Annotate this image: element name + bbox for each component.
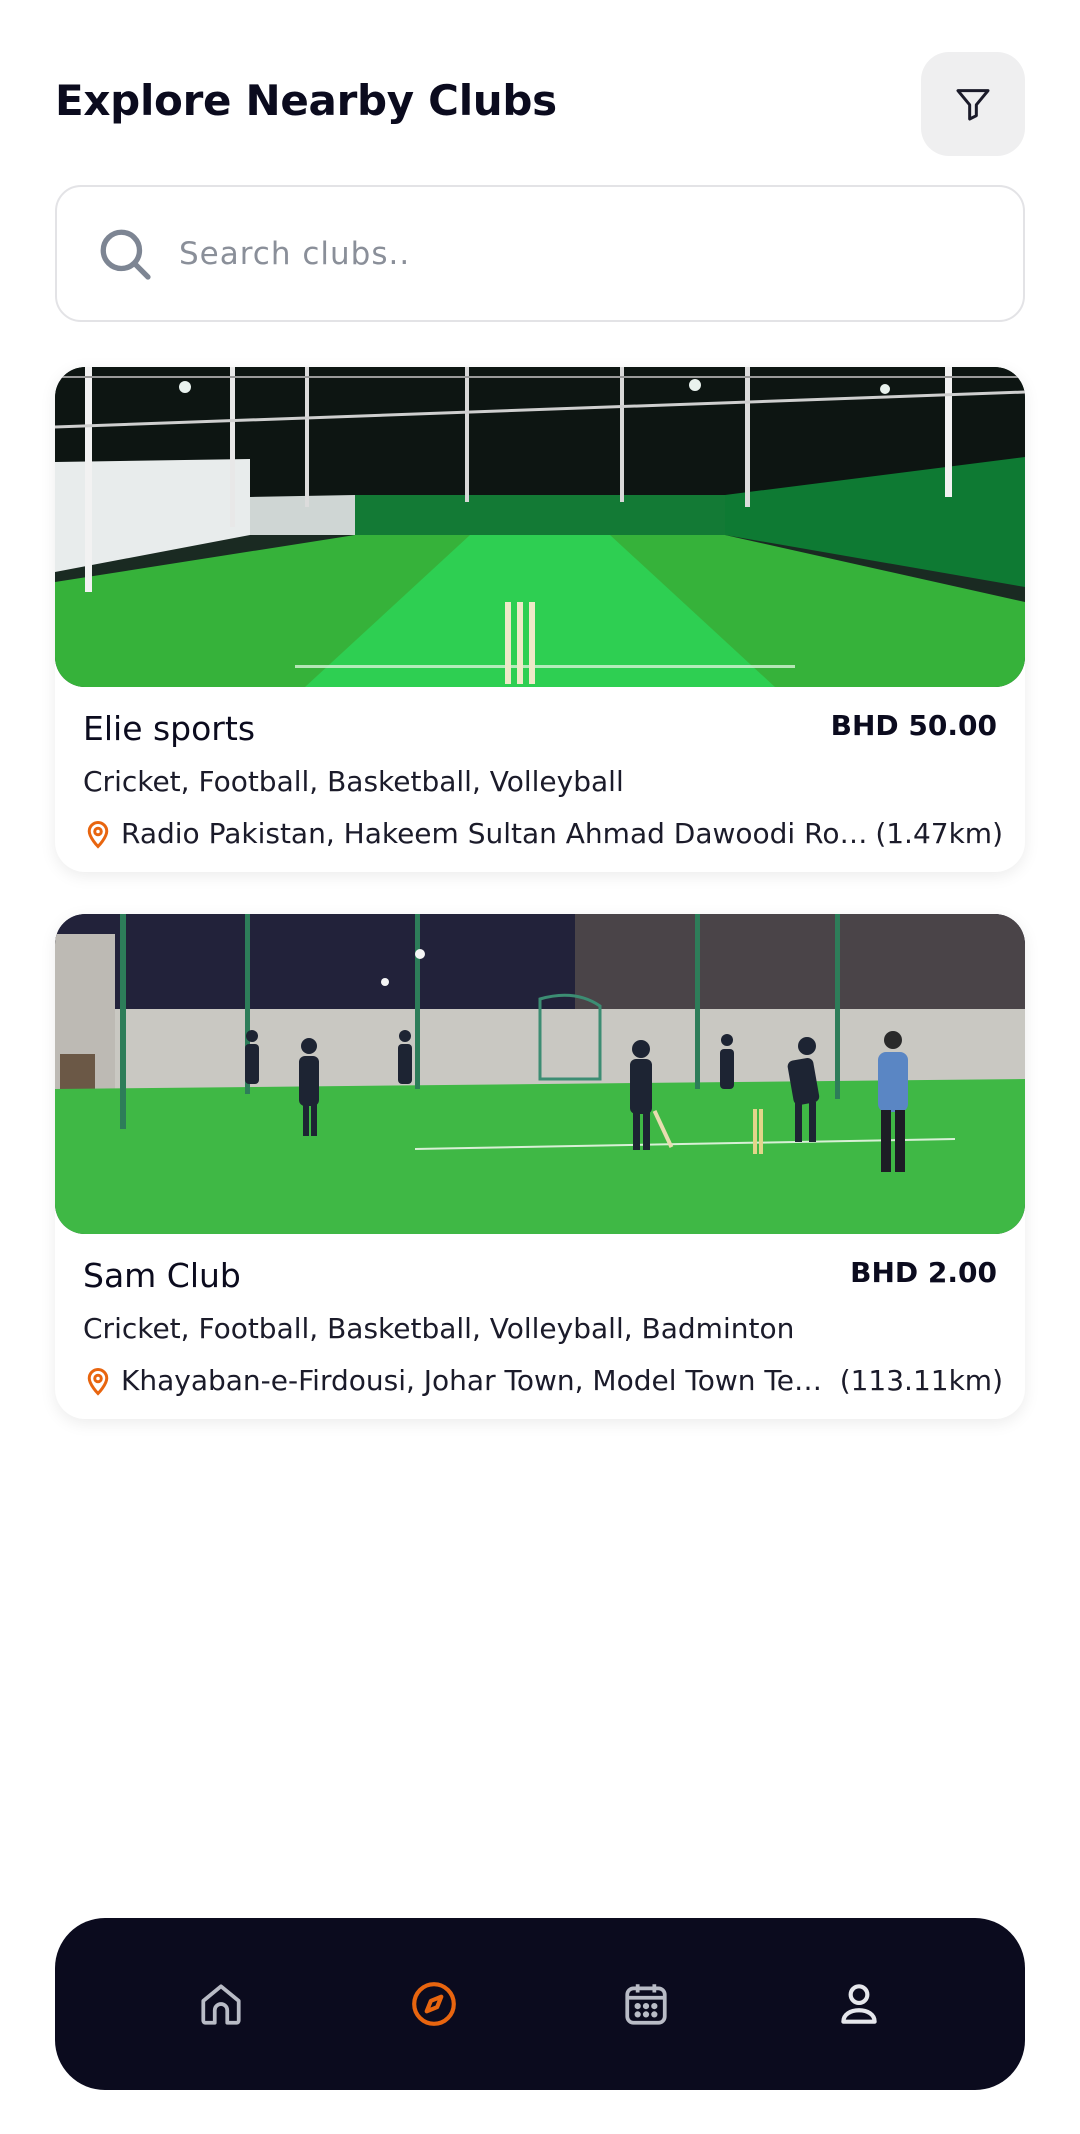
filter-button[interactable] bbox=[921, 52, 1025, 156]
search-bar[interactable] bbox=[55, 185, 1025, 322]
home-icon bbox=[201, 1984, 241, 2025]
club-address: Khayaban-e-Firdousi, Johar Town, Model T… bbox=[121, 1364, 838, 1397]
page-title: Explore Nearby Clubs bbox=[55, 76, 557, 125]
club-image bbox=[55, 367, 1025, 687]
club-sports: Cricket, Football, Basketball, Volleybal… bbox=[83, 765, 624, 798]
club-card[interactable]: Sam Club BHD 2.00 Cricket, Football, Bas… bbox=[55, 914, 1025, 1419]
header: Explore Nearby Clubs bbox=[55, 52, 1025, 156]
nav-profile[interactable] bbox=[819, 1964, 899, 2044]
club-location: Radio Pakistan, Hakeem Sultan Ahmad Dawo… bbox=[83, 817, 1003, 850]
search-icon bbox=[95, 224, 155, 284]
filter-icon bbox=[956, 89, 990, 121]
club-name: Sam Club bbox=[83, 1256, 241, 1295]
club-price: BHD 2.00 bbox=[850, 1256, 997, 1289]
nav-bookings[interactable] bbox=[606, 1964, 686, 2044]
club-sports: Cricket, Football, Basketball, Volleybal… bbox=[83, 1312, 795, 1345]
profile-icon bbox=[841, 1984, 877, 2024]
club-location: Khayaban-e-Firdousi, Johar Town, Model T… bbox=[83, 1364, 1003, 1397]
location-pin-icon bbox=[87, 820, 109, 849]
search-input[interactable] bbox=[179, 235, 939, 272]
location-pin-icon bbox=[87, 1367, 109, 1396]
nav-home[interactable] bbox=[181, 1964, 261, 2044]
club-image bbox=[55, 914, 1025, 1234]
bottom-nav bbox=[55, 1918, 1025, 2090]
club-card[interactable]: Elie sports BHD 50.00 Cricket, Football,… bbox=[55, 367, 1025, 872]
club-address: Radio Pakistan, Hakeem Sultan Ahmad Dawo… bbox=[121, 817, 870, 850]
club-distance: (113.11km) bbox=[839, 1364, 1003, 1397]
nav-explore[interactable] bbox=[394, 1964, 474, 2044]
club-name: Elie sports bbox=[83, 709, 256, 748]
club-distance: (1.47km) bbox=[875, 817, 1003, 850]
calendar-icon bbox=[625, 1984, 667, 2025]
club-price: BHD 50.00 bbox=[830, 709, 997, 742]
compass-icon bbox=[411, 1982, 456, 2026]
